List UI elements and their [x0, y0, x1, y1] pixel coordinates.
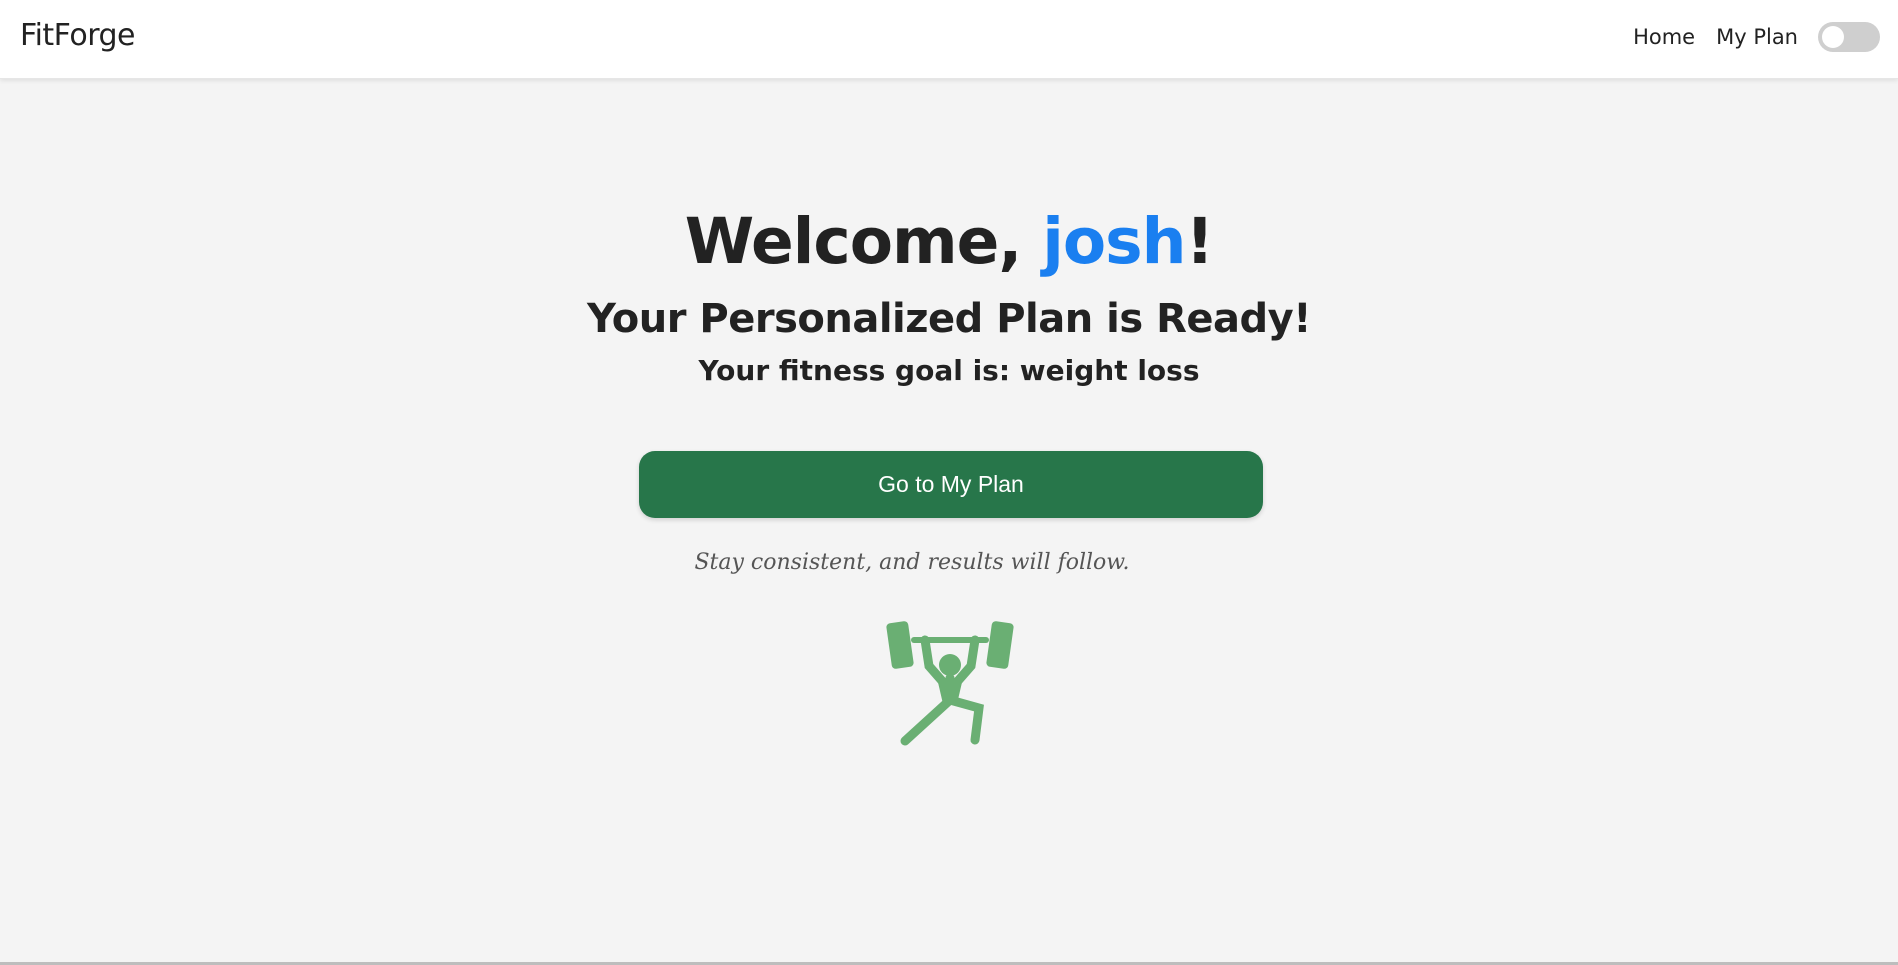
welcome-prefix: Welcome,	[684, 205, 1043, 278]
welcome-suffix: !	[1185, 205, 1214, 278]
top-navbar: FitForge Home My Plan	[0, 0, 1898, 79]
welcome-username: josh	[1042, 205, 1186, 278]
brand-logo[interactable]: FitForge	[20, 18, 136, 53]
nav-home-link[interactable]: Home	[1633, 25, 1695, 49]
theme-toggle[interactable]	[1818, 22, 1880, 52]
fitness-goal-text: Your fitness goal is: weight loss	[698, 354, 1200, 387]
plan-ready-heading: Your Personalized Plan is Ready!	[587, 296, 1311, 342]
nav-my-plan-link[interactable]: My Plan	[1716, 25, 1798, 49]
nav-links: Home My Plan	[1633, 22, 1880, 52]
go-to-my-plan-button[interactable]: Go to My Plan	[639, 451, 1263, 518]
toggle-knob	[1822, 26, 1844, 48]
weightlifter-icon	[886, 621, 1014, 746]
motivational-quote: Stay consistent, and results will follow…	[694, 550, 1130, 575]
welcome-heading: Welcome, josh!	[0, 205, 1898, 278]
